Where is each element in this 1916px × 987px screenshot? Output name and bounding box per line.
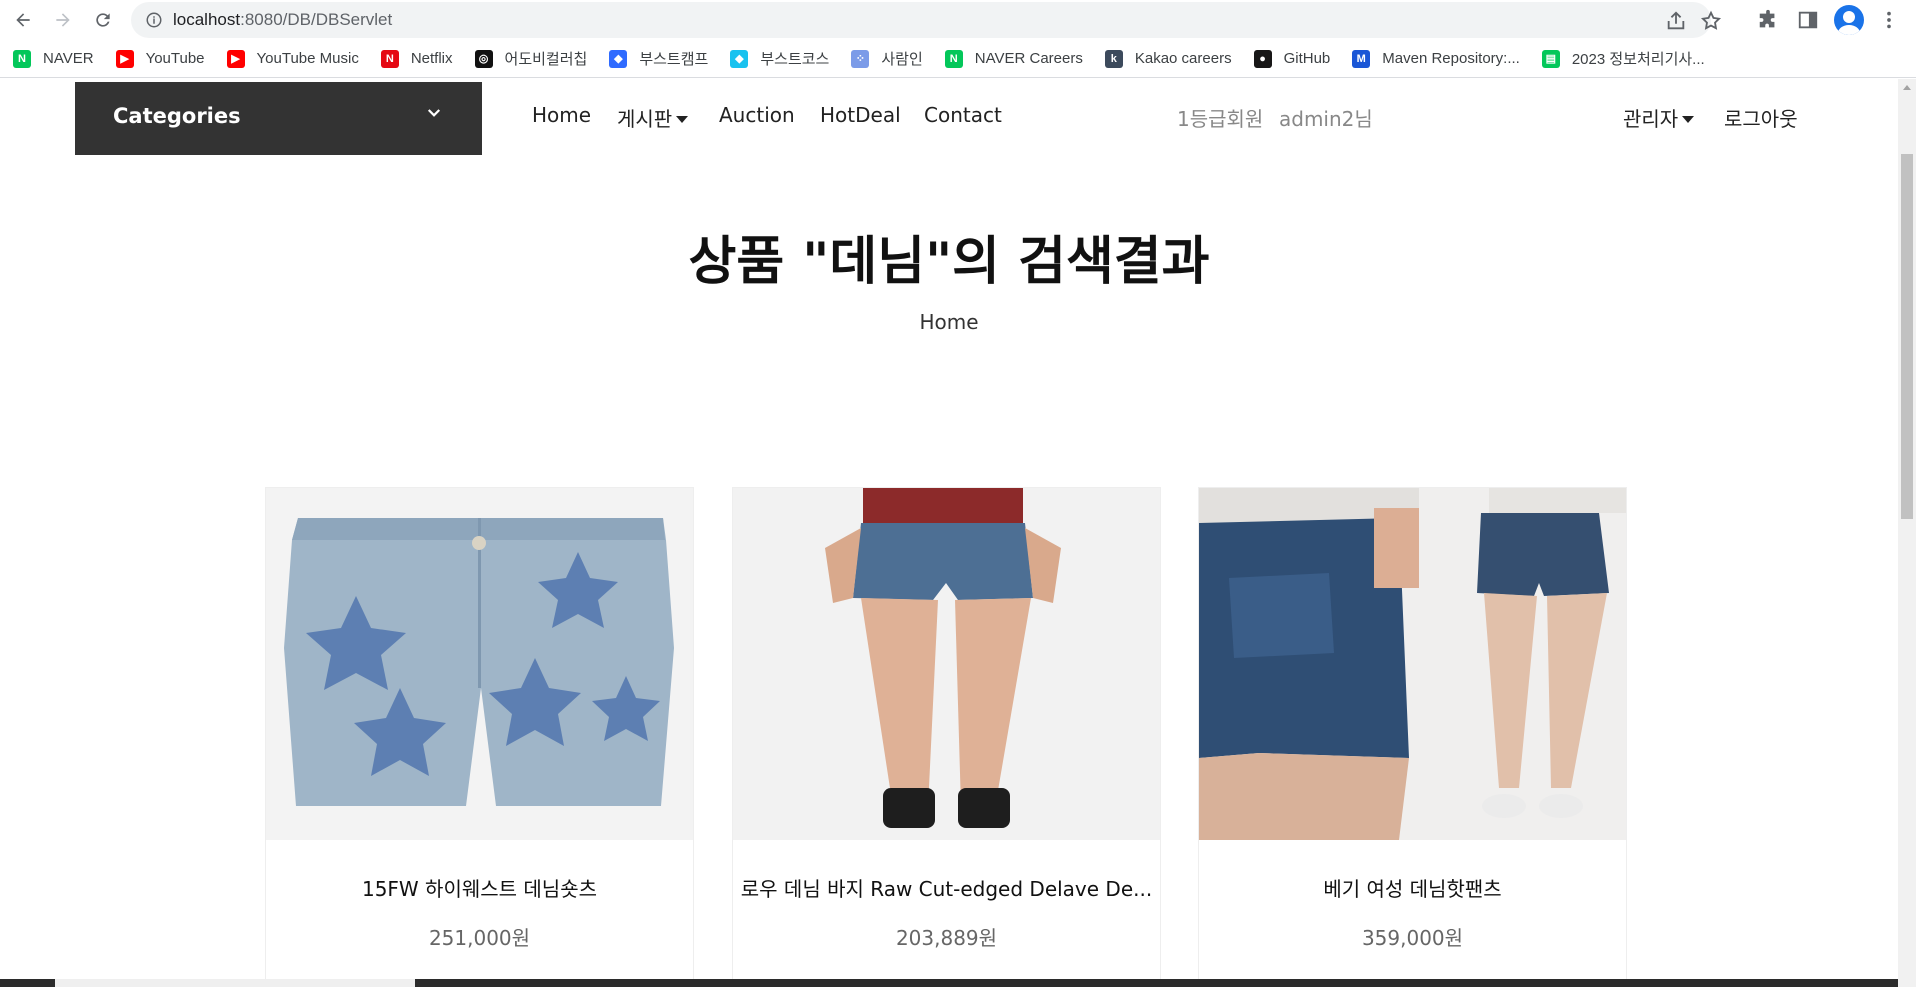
bookmark-label: 2023 정보처리기사... <box>1571 51 1705 68</box>
product-image[interactable] <box>1199 488 1626 840</box>
product-image[interactable] <box>733 488 1160 840</box>
caret-down-icon <box>676 115 689 123</box>
logout-link[interactable]: 로그아웃 <box>1724 103 1798 132</box>
saramin-icon: ⁘ <box>851 49 870 68</box>
nav-board-dropdown[interactable]: 게시판 <box>617 103 689 132</box>
bookmark-label: YouTube <box>145 50 205 67</box>
notebook-icon: ▤ <box>1541 49 1560 68</box>
site-info-icon[interactable] <box>145 11 163 29</box>
star-denim-shorts-image <box>266 488 693 840</box>
caret-down-icon <box>1682 115 1695 123</box>
bookmark-label: YouTube Music <box>256 50 359 67</box>
product-name[interactable]: 로우 데님 바지 Raw Cut-edged Delave De... <box>733 873 1160 902</box>
bookmark-item[interactable]: ⁘ 사람인 <box>851 48 923 69</box>
reload-button[interactable] <box>89 6 117 34</box>
extensions-icon[interactable] <box>1755 7 1781 33</box>
maven-icon: M <box>1352 49 1371 68</box>
url-path: :8080/DB/DBServlet <box>240 10 393 29</box>
bookmark-item[interactable]: N NAVER Careers <box>944 49 1083 68</box>
nav-contact[interactable]: Contact <box>924 103 1002 127</box>
url-host: localhost <box>173 10 241 29</box>
scroll-up-icon[interactable] <box>1903 85 1911 90</box>
categories-label: Categories <box>113 104 241 128</box>
bookmark-item[interactable]: k Kakao careers <box>1104 49 1232 68</box>
bookmark-label: 부스트코스 <box>760 51 830 68</box>
product-price: 251,000원 <box>428 926 531 950</box>
forward-button[interactable] <box>49 6 77 34</box>
admin-dropdown[interactable]: 관리자 <box>1623 103 1695 132</box>
product-name[interactable]: 베기 여성 데님핫팬츠 <box>1199 873 1626 902</box>
reload-icon <box>96 13 110 27</box>
product-card[interactable]: 로우 데님 바지 Raw Cut-edged Delave De... 203,… <box>732 487 1161 979</box>
bookmark-label: NAVER <box>43 50 94 67</box>
horizontal-scrollbar[interactable] <box>0 979 1898 987</box>
side-panel-icon[interactable] <box>1795 7 1821 33</box>
product-card[interactable]: 15FW 하이웨스트 데님숏츠 251,000원 <box>265 487 694 979</box>
model-denim-shorts-image <box>733 488 1160 840</box>
product-image[interactable] <box>266 488 693 840</box>
browser-toolbar: localhost:8080/DB/DBServlet <box>0 0 1916 40</box>
horizontal-scroll-thumb[interactable] <box>55 979 415 987</box>
page-title: 상품 "데님"의 검색결과 <box>688 232 1210 292</box>
adobe-color-icon: ◎ <box>474 49 493 68</box>
kakao-careers-icon: k <box>1104 49 1123 68</box>
address-bar[interactable]: localhost:8080/DB/DBServlet <box>131 2 1722 38</box>
nav-hotdeal[interactable]: HotDeal <box>820 103 901 127</box>
boostcourse-icon: ◆ <box>730 49 749 68</box>
bookmark-item[interactable]: ▶ YouTube <box>115 49 205 68</box>
boostcamp-icon: ◆ <box>609 49 628 68</box>
naver-careers-icon: N <box>944 49 963 68</box>
scroll-thumb[interactable] <box>1901 154 1913 519</box>
bookmark-label: NAVER Careers <box>974 50 1083 67</box>
forward-arrow-icon <box>56 13 70 27</box>
bookmark-item[interactable]: M Maven Repository:... <box>1352 49 1520 68</box>
netflix-icon: N <box>380 49 399 68</box>
bookmark-label: GitHub <box>1283 50 1331 67</box>
bookmark-label: 어도비컬러칩 <box>504 51 588 68</box>
chevron-down-icon <box>427 109 441 117</box>
bookmarks-bar: N NAVER ▶ YouTube ▶ YouTube Music N Netflix ◎ 어도비… <box>0 40 1916 78</box>
bookmark-item[interactable]: ● GitHub <box>1253 49 1331 68</box>
bookmark-item[interactable]: ◆ 부스트코스 <box>730 48 829 69</box>
nav-auction[interactable]: Auction <box>719 103 795 127</box>
naver-icon: N <box>13 49 31 68</box>
product-card[interactable]: 베기 여성 데님핫팬츠 359,000원 <box>1198 487 1627 979</box>
back-arrow-icon <box>16 13 30 27</box>
youtube-music-icon: ▶ <box>226 49 245 68</box>
url-text[interactable]: localhost:8080/DB/DBServlet <box>173 10 392 30</box>
product-price: 359,000원 <box>1361 926 1464 950</box>
nav-board-label: 게시판 <box>617 107 673 131</box>
bookmark-label: Netflix <box>410 50 453 67</box>
more-menu-icon[interactable] <box>1876 7 1902 33</box>
nav-home[interactable]: Home <box>532 103 591 127</box>
bookmark-star-icon[interactable] <box>1700 10 1722 32</box>
page-content: Categories Home 게시판 Auction HotDeal Cont… <box>0 79 1898 979</box>
hotpants-pair-image <box>1199 488 1626 840</box>
bookmark-item[interactable]: ▶ YouTube Music <box>226 49 359 68</box>
bookmark-item[interactable]: N Netflix <box>380 49 453 68</box>
bookmark-label: Kakao careers <box>1134 50 1232 67</box>
profile-avatar[interactable] <box>1834 5 1864 35</box>
bookmark-label: Maven Repository:... <box>1382 50 1520 67</box>
bookmark-item[interactable]: ▤ 2023 정보처리기사... <box>1541 48 1705 69</box>
product-price: 203,889원 <box>895 926 998 950</box>
back-button[interactable] <box>9 6 37 34</box>
vertical-scrollbar[interactable] <box>1898 79 1916 987</box>
bookmark-item[interactable]: ◎ 어도비컬러칩 <box>474 48 588 69</box>
youtube-icon: ▶ <box>115 49 134 68</box>
member-grade: 1등급회원 <box>1177 107 1264 131</box>
username: admin2님 <box>1279 107 1373 131</box>
product-name[interactable]: 15FW 하이웨스트 데님숏츠 <box>266 873 693 902</box>
admin-label: 관리자 <box>1623 107 1679 131</box>
breadcrumb-home[interactable]: Home <box>0 310 1898 334</box>
bookmark-label: 부스트캠프 <box>639 51 709 68</box>
bookmark-item[interactable]: ◆ 부스트캠프 <box>609 48 708 69</box>
github-icon: ● <box>1253 49 1272 68</box>
bookmark-label: 사람인 <box>881 51 923 68</box>
share-icon[interactable] <box>1665 10 1687 32</box>
categories-dropdown[interactable]: Categories <box>75 82 482 155</box>
bookmark-item[interactable]: N NAVER <box>13 49 94 68</box>
